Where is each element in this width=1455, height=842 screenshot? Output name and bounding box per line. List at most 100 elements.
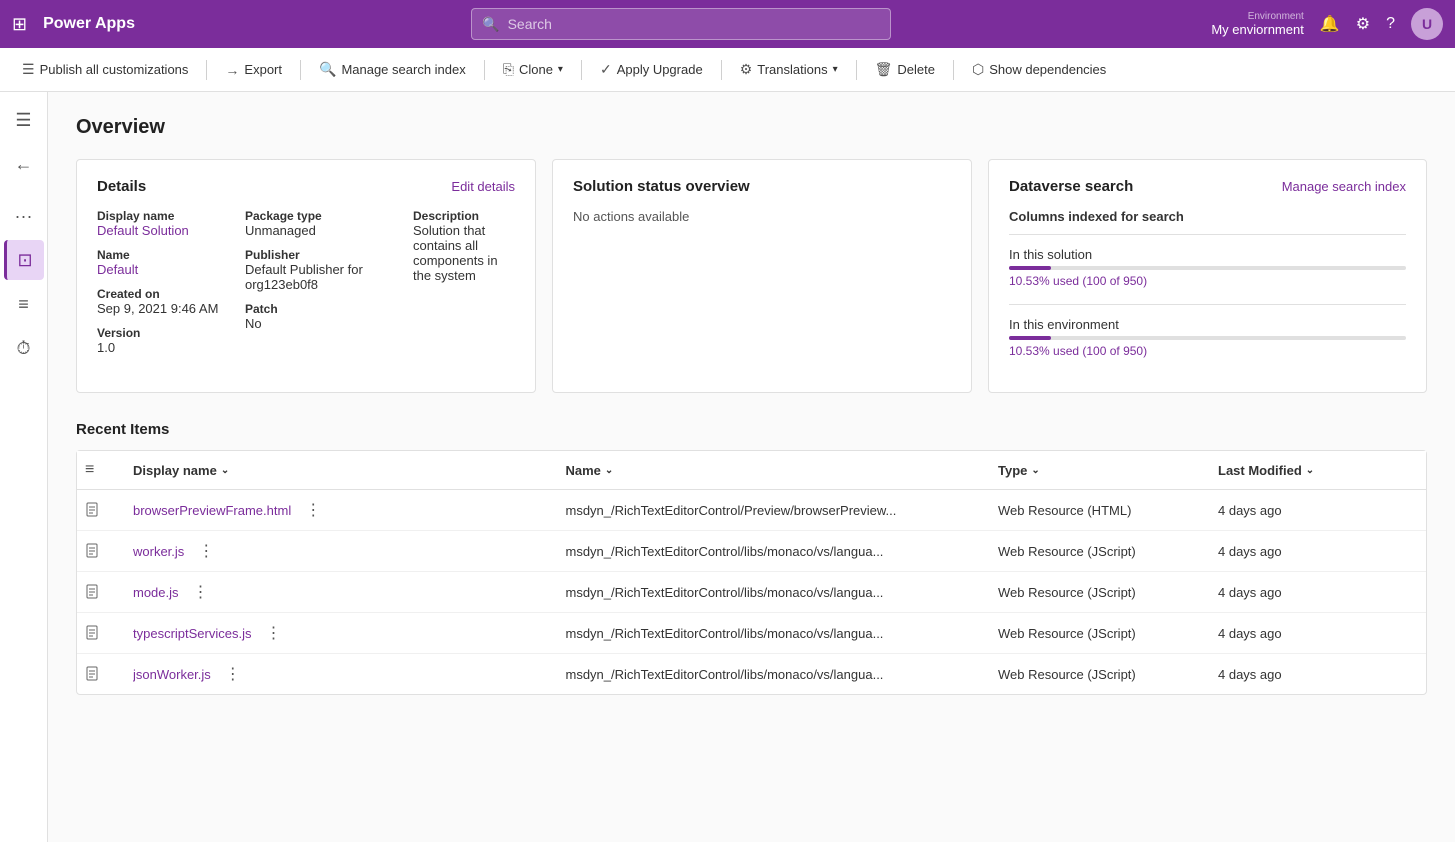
row-more-icon[interactable]: ⋮ <box>265 623 281 643</box>
row-type: Web Resource (JScript) <box>998 544 1218 559</box>
publisher-section: Publisher Default Publisher for org123eb… <box>245 248 405 292</box>
sort-display-name-icon: ⌄ <box>221 465 229 476</box>
env-label: Environment <box>1248 11 1304 22</box>
search-icon: 🔍 <box>482 16 499 33</box>
sidebar-item-menu[interactable]: ☰ <box>4 100 44 140</box>
apply-upgrade-icon: ✓ <box>600 61 612 78</box>
no-actions-text: No actions available <box>573 209 951 224</box>
sidebar-item-list[interactable]: ≡ <box>4 284 44 324</box>
version-value: 1.0 <box>97 340 237 355</box>
table-row[interactable]: jsonWorker.js ⋮ msdyn_/RichTextEditorCon… <box>77 654 1426 694</box>
created-section: Created on Sep 9, 2021 9:46 AM <box>97 287 237 316</box>
row-path: msdyn_/RichTextEditorControl/Preview/bro… <box>566 503 999 518</box>
delete-button[interactable]: 🗑 Delete <box>865 55 945 84</box>
manage-search-index-link[interactable]: Manage search index <box>1282 179 1406 194</box>
dataverse-card: Dataverse search Manage search index Col… <box>988 159 1427 393</box>
waffle-icon[interactable]: ⊞ <box>12 14 27 35</box>
show-dependencies-button[interactable]: ⬡ Show dependencies <box>962 55 1116 84</box>
row-display-name[interactable]: typescriptServices.js <box>133 626 259 641</box>
row-last-modified: 4 days ago <box>1218 544 1418 559</box>
row-more-icon[interactable]: ⋮ <box>193 582 209 602</box>
right-icons: Environment My enviornment 🔔 ⚙ ? U <box>1211 8 1443 40</box>
table-row[interactable]: mode.js ⋮ msdyn_/RichTextEditorControl/l… <box>77 572 1426 613</box>
manage-search-icon: 🔍 <box>319 61 336 78</box>
row-display-name[interactable]: worker.js <box>133 544 192 559</box>
row-file-icon <box>85 625 133 641</box>
table-rows-container: browserPreviewFrame.html ⋮ msdyn_/RichTe… <box>77 490 1426 694</box>
publisher-value: Default Publisher for org123eb0f8 <box>245 262 405 292</box>
col-name[interactable]: Name ⌄ <box>566 461 999 479</box>
name-section: Name Default <box>97 248 237 277</box>
row-display-name[interactable]: jsonWorker.js <box>133 667 219 682</box>
table-row[interactable]: typescriptServices.js ⋮ msdyn_/RichTextE… <box>77 613 1426 654</box>
notifications-icon[interactable]: 🔔 <box>1320 14 1340 34</box>
row-file-icon <box>85 584 133 600</box>
row-path: msdyn_/RichTextEditorControl/libs/monaco… <box>566 667 999 682</box>
table-row[interactable]: browserPreviewFrame.html ⋮ msdyn_/RichTe… <box>77 490 1426 531</box>
row-last-modified: 4 days ago <box>1218 667 1418 682</box>
table-row[interactable]: worker.js ⋮ msdyn_/RichTextEditorControl… <box>77 531 1426 572</box>
separator <box>206 60 207 80</box>
name-value[interactable]: Default <box>97 262 237 277</box>
row-type: Web Resource (JScript) <box>998 626 1218 641</box>
separator <box>300 60 301 80</box>
in-solution-progress-bar <box>1009 266 1406 270</box>
package-type-label: Package type <box>245 209 405 223</box>
dataverse-title: Dataverse search <box>1009 178 1133 195</box>
sidebar: ☰ ← ··· ⊡ ≡ ⏱ <box>0 92 48 842</box>
clone-chevron-icon: ▾ <box>558 64 563 75</box>
env-name: My enviornment <box>1211 22 1303 37</box>
details-card-title: Details <box>97 178 146 195</box>
separator <box>581 60 582 80</box>
row-last-modified: 4 days ago <box>1218 503 1418 518</box>
details-card: Details Edit details Display name Defaul… <box>76 159 536 393</box>
row-more-icon[interactable]: ⋮ <box>198 541 214 561</box>
col-type[interactable]: Type ⌄ <box>998 461 1218 479</box>
export-button[interactable]: → Export <box>215 56 292 84</box>
display-name-label: Display name <box>97 209 237 223</box>
display-name-value[interactable]: Default Solution <box>97 223 237 238</box>
row-name-cell: mode.js ⋮ <box>133 582 566 602</box>
avatar[interactable]: U <box>1411 8 1443 40</box>
settings-icon[interactable]: ⚙ <box>1356 14 1370 34</box>
app-name: Power Apps <box>43 15 135 33</box>
solution-status-card: Solution status overview No actions avai… <box>552 159 972 393</box>
translations-button[interactable]: ⚙ Translations ▾ <box>730 55 848 84</box>
row-file-icon <box>85 543 133 559</box>
publish-button[interactable]: ☰ Publish all customizations <box>12 55 198 84</box>
row-display-name[interactable]: mode.js <box>133 585 187 600</box>
environment-info: Environment My enviornment <box>1211 11 1303 37</box>
row-display-name[interactable]: browserPreviewFrame.html <box>133 503 299 518</box>
cards-row: Details Edit details Display name Defaul… <box>76 159 1427 393</box>
separator <box>484 60 485 80</box>
sidebar-item-pages[interactable]: ⊡ <box>4 240 44 280</box>
sidebar-item-back[interactable]: ← <box>4 144 44 184</box>
in-env-progress-fill <box>1009 336 1051 340</box>
version-section: Version 1.0 <box>97 326 237 355</box>
row-name-cell: typescriptServices.js ⋮ <box>133 623 566 643</box>
sort-name-icon: ⌄ <box>605 465 613 476</box>
in-solution-progress-fill <box>1009 266 1051 270</box>
row-more-icon[interactable]: ⋮ <box>305 500 321 520</box>
columns-indexed-title: Columns indexed for search <box>1009 209 1406 224</box>
apply-upgrade-button[interactable]: ✓ Apply Upgrade <box>590 55 713 84</box>
clone-button[interactable]: ⎘ Clone ▾ <box>493 55 573 84</box>
search-bar[interactable]: 🔍 Search <box>471 8 891 40</box>
command-bar: ☰ Publish all customizations → Export 🔍 … <box>0 48 1455 92</box>
details-card-header: Details Edit details <box>97 178 515 195</box>
package-type-section: Package type Unmanaged Publisher Default… <box>245 209 405 355</box>
row-more-icon[interactable]: ⋮ <box>225 664 241 684</box>
manage-search-button[interactable]: 🔍 Manage search index <box>309 55 476 84</box>
edit-details-link[interactable]: Edit details <box>451 179 515 194</box>
col-last-modified[interactable]: Last Modified ⌄ <box>1218 461 1418 479</box>
row-type: Web Resource (JScript) <box>998 585 1218 600</box>
sidebar-item-history[interactable]: ⏱ <box>4 328 44 368</box>
created-value: Sep 9, 2021 9:46 AM <box>97 301 237 316</box>
help-icon[interactable]: ? <box>1386 15 1395 33</box>
overview-title: Overview <box>76 116 1427 139</box>
col-display-name[interactable]: Display name ⌄ <box>133 461 566 479</box>
solution-status-header: Solution status overview <box>573 178 951 195</box>
row-name-cell: worker.js ⋮ <box>133 541 566 561</box>
sidebar-item-dots[interactable]: ··· <box>4 196 44 236</box>
details-grid: Display name Default Solution Name Defau… <box>97 209 515 355</box>
